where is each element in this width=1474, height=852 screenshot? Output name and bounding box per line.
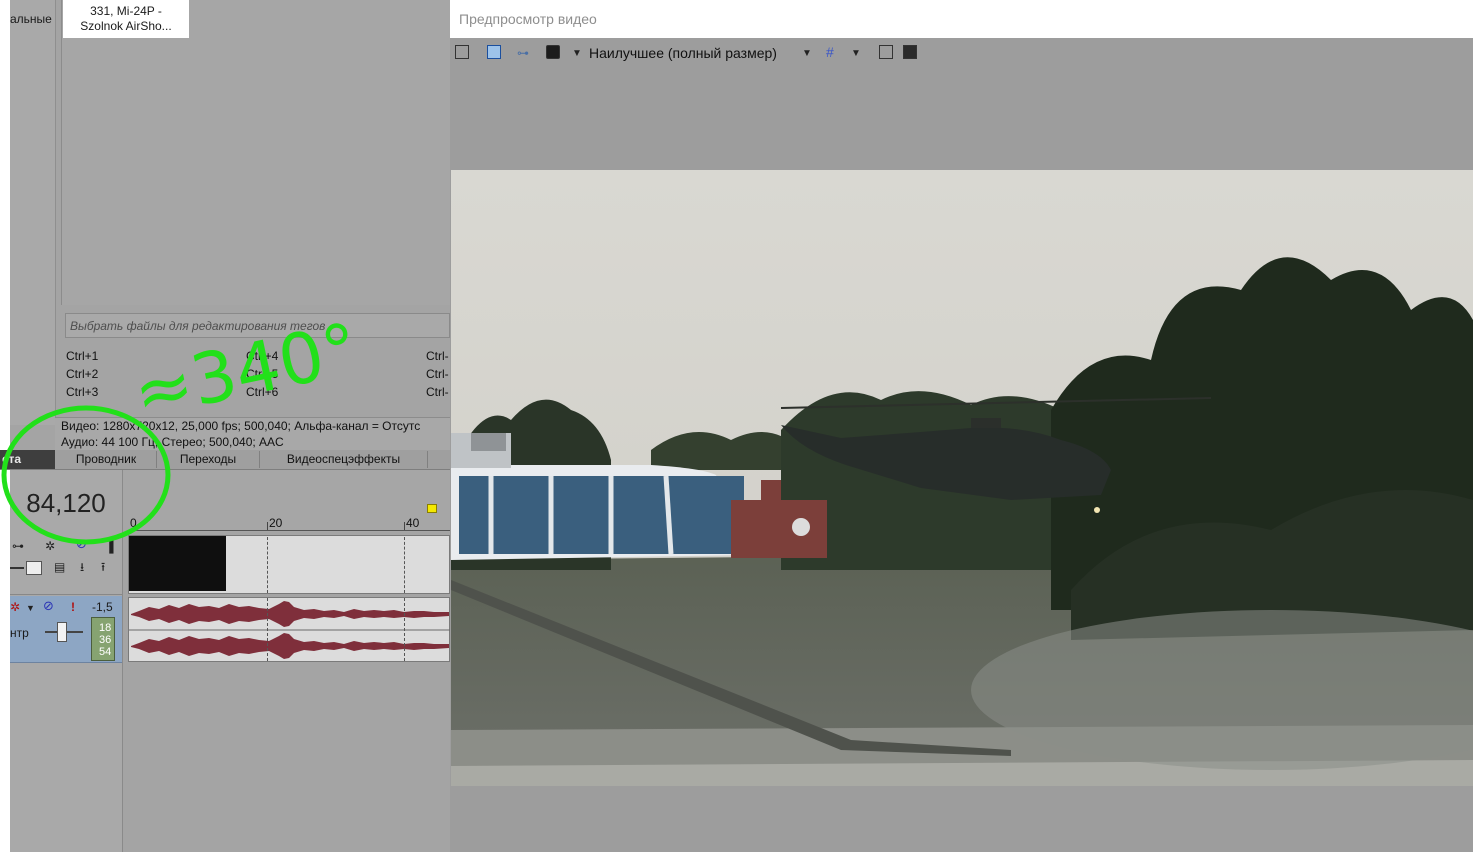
- video-frame[interactable]: [451, 170, 1473, 786]
- annotation-text: ≈340°: [126, 320, 365, 435]
- audio-level-meter: 18 36 54: [91, 617, 115, 661]
- copy-snapshot-button[interactable]: [879, 45, 893, 59]
- make-child-icon[interactable]: ⭳: [80, 561, 84, 573]
- video-frame-image: [451, 170, 1473, 786]
- sidebar-label[interactable]: альные: [10, 12, 52, 26]
- save-snapshot-button[interactable]: [903, 45, 917, 59]
- audio-track-lane[interactable]: [128, 597, 451, 662]
- dropdown-arrow-icon[interactable]: ▼: [572, 48, 582, 60]
- mute-icon[interactable]: ⊘: [43, 599, 54, 612]
- external-monitor-button[interactable]: [487, 45, 501, 59]
- split-screen-button[interactable]: [546, 45, 560, 59]
- handwritten-annotation: ≈340°: [1, 320, 366, 545]
- shortcut-label[interactable]: Ctrl-: [426, 367, 449, 381]
- shortcut-label[interactable]: Ctrl-: [426, 349, 449, 363]
- solo-icon[interactable]: !: [71, 601, 75, 613]
- level-slider-knob[interactable]: [26, 561, 42, 575]
- fx-bypass-icon[interactable]: ⊶: [517, 47, 529, 59]
- composite-mode-icon[interactable]: ▤: [54, 561, 65, 573]
- overlays-grid-icon[interactable]: #: [826, 45, 834, 59]
- preview-titlebar: [450, 0, 1474, 39]
- pan-slider-knob[interactable]: [57, 622, 67, 642]
- properties-button[interactable]: [455, 45, 469, 59]
- pan-label: нтр: [10, 626, 29, 640]
- make-parent-icon[interactable]: ⭱: [101, 561, 105, 573]
- shortcut-label[interactable]: Ctrl-: [426, 385, 449, 399]
- volume-db-value[interactable]: -1,5: [92, 600, 113, 614]
- preview-title: Предпросмотр видео: [459, 11, 597, 27]
- grid-line: [267, 598, 268, 661]
- waveform-left-channel: [131, 601, 449, 627]
- dropdown-arrow-icon[interactable]: ▼: [851, 48, 861, 60]
- waveform-right-channel: [131, 633, 449, 659]
- meter-value: 18: [99, 622, 112, 634]
- preview-quality-select[interactable]: Наилучшее (полный размер): [589, 45, 777, 61]
- audio-fx-icon[interactable]: ✲: [10, 601, 20, 613]
- grid-line: [404, 598, 405, 661]
- dropdown-arrow-icon[interactable]: ▼: [802, 48, 812, 60]
- timeline-marker[interactable]: [427, 504, 437, 513]
- media-thumbnail-title[interactable]: 331, Mi-24P - Szolnok AirSho...: [63, 0, 189, 38]
- level-slider-track[interactable]: [10, 567, 24, 569]
- meter-value: 54: [99, 646, 112, 658]
- timeline-empty-area[interactable]: [123, 663, 450, 852]
- meter-value: 36: [99, 634, 112, 646]
- audio-waveform: [129, 601, 451, 659]
- dropdown-arrow-icon[interactable]: ▼: [26, 602, 35, 614]
- project-media-area[interactable]: [61, 0, 451, 305]
